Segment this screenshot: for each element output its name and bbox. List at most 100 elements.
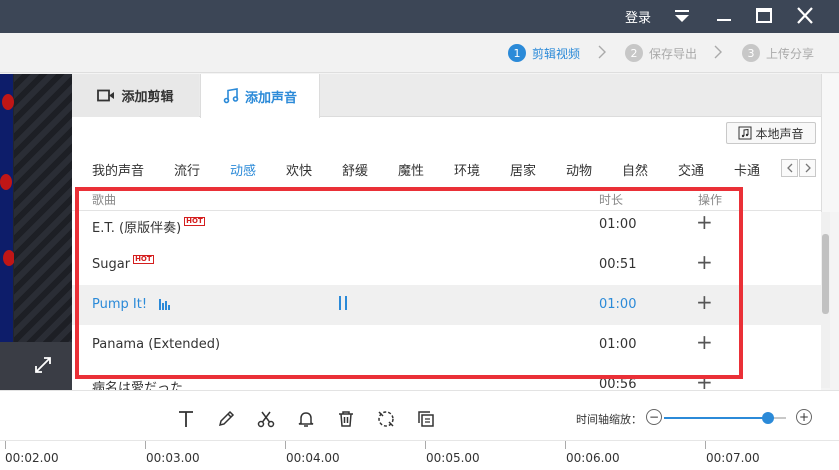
copy-icon[interactable]	[415, 408, 437, 430]
local-sound-button[interactable]: 本地声音	[726, 122, 816, 144]
ruler-tick	[705, 441, 706, 449]
category-pop[interactable]: 流行	[174, 160, 200, 179]
category-cheerful[interactable]: 欢快	[286, 160, 312, 179]
preview-background	[14, 74, 72, 342]
music-note-icon	[223, 88, 239, 104]
step-label: 剪辑视频	[532, 46, 581, 61]
tab-add-clip[interactable]: 添加剪辑	[72, 74, 199, 117]
side-panel-edge	[821, 74, 839, 212]
add-song-button[interactable]: +	[696, 252, 713, 272]
category-animals[interactable]: 动物	[566, 160, 592, 179]
step-number: 3	[742, 44, 760, 62]
pause-icon[interactable]	[339, 296, 351, 310]
maximize-icon[interactable]	[752, 5, 776, 27]
chevron-right-icon	[714, 45, 722, 63]
song-row[interactable]: Sugar HOT 00:51 +	[72, 245, 821, 285]
song-title: Sugar HOT	[92, 255, 154, 272]
category-home[interactable]: 居家	[510, 160, 536, 179]
bell-icon[interactable]	[295, 408, 317, 430]
step-upload-share[interactable]: 3 上传分享	[742, 43, 814, 63]
song-duration: 01:00	[599, 217, 637, 232]
zoom-label: 时间轴缩放：	[576, 413, 642, 426]
chevron-right-icon	[598, 45, 606, 63]
add-song-button[interactable]: +	[696, 372, 713, 390]
category-soothing[interactable]: 舒缓	[342, 160, 368, 179]
song-row-playing[interactable]: Pump It! 01:00 +	[72, 285, 821, 325]
add-song-button[interactable]: +	[696, 292, 713, 312]
close-icon[interactable]	[793, 5, 817, 27]
hot-badge: HOT	[133, 255, 154, 264]
pen-icon[interactable]	[215, 408, 237, 430]
category-nature[interactable]: 自然	[622, 160, 648, 179]
song-title: Panama (Extended)	[92, 337, 221, 352]
dropdown-icon[interactable]	[670, 5, 694, 27]
song-duration: 00:56	[599, 377, 637, 390]
song-duration: 01:00	[599, 337, 637, 352]
song-row[interactable]: Panama (Extended) 01:00 +	[72, 325, 821, 365]
scrollbar-thumb[interactable]	[822, 234, 829, 314]
video-camera-icon	[97, 89, 115, 102]
ruler-tick	[425, 441, 426, 449]
text-icon[interactable]	[175, 408, 197, 430]
local-sound-label: 本地声音	[755, 126, 804, 141]
hot-badge: HOT	[184, 217, 205, 226]
ruler-label: 00:07.00	[706, 451, 760, 465]
song-title: E.T. (原版伴奏) HOT	[92, 217, 205, 236]
panel-tabs: 添加剪辑 添加声音	[72, 74, 821, 118]
step-label: 上传分享	[766, 46, 815, 61]
song-duration: 01:00	[599, 297, 637, 312]
ruler-label: 00:02.00	[5, 451, 59, 465]
split-icon[interactable]	[375, 408, 397, 430]
step-edit-video[interactable]: 1 剪辑视频	[508, 43, 580, 63]
trash-icon[interactable]	[335, 408, 357, 430]
category-dynamic[interactable]: 动感	[230, 160, 256, 179]
song-row[interactable]: E.T. (原版伴奏) HOT 01:00 +	[72, 205, 821, 245]
timeline-ruler[interactable]: 00:02.00 00:03.00 00:04.00 00:05.00 00:0…	[0, 440, 839, 470]
ruler-label: 00:03.00	[146, 451, 200, 465]
category-traffic[interactable]: 交通	[678, 160, 704, 179]
equalizer-icon	[159, 299, 171, 310]
step-label: 保存导出	[649, 46, 698, 61]
fullscreen-button[interactable]	[0, 342, 72, 390]
video-preview	[0, 74, 72, 342]
ruler-label: 00:05.00	[426, 451, 480, 465]
category-my-sounds[interactable]: 我的声音	[92, 160, 144, 179]
song-row[interactable]: 病名は愛だった 00:56 +	[72, 365, 821, 390]
category-environment[interactable]: 环境	[454, 160, 480, 179]
tab-label: 添加声音	[244, 90, 297, 106]
song-title: Pump It!	[92, 297, 171, 312]
chevron-left-icon	[786, 163, 792, 173]
edit-toolbar: 时间轴缩放： − +	[0, 390, 839, 440]
ruler-label: 00:06.00	[566, 451, 620, 465]
category-prev-button[interactable]	[781, 159, 798, 177]
add-song-button[interactable]: +	[696, 332, 713, 352]
step-save-export[interactable]: 2 保存导出	[625, 43, 697, 63]
category-next-button[interactable]	[799, 159, 816, 177]
ruler-tick	[565, 441, 566, 449]
zoom-in-button[interactable]: +	[796, 409, 812, 425]
login-link[interactable]: 登录	[625, 7, 651, 26]
expand-icon	[34, 356, 52, 378]
ruler-tick	[285, 441, 286, 449]
zoom-out-button[interactable]: −	[646, 409, 662, 425]
category-magic[interactable]: 魔性	[398, 160, 424, 179]
song-list-scrollbar[interactable]	[821, 212, 830, 388]
category-cartoon[interactable]: 卡通	[734, 160, 760, 179]
tab-add-sound[interactable]: 添加声音	[200, 74, 320, 118]
song-title: 病名は愛だった	[92, 381, 184, 390]
zoom-slider-thumb[interactable]	[761, 412, 774, 424]
tab-label: 添加剪辑	[121, 90, 174, 105]
minimize-icon[interactable]	[712, 5, 736, 27]
add-song-button[interactable]: +	[696, 212, 713, 232]
song-list: 歌曲 时长 操作 E.T. (原版伴奏) HOT 01:00 + Sugar HOT…	[72, 187, 821, 390]
step-number: 1	[508, 44, 526, 62]
preview-art	[0, 74, 13, 342]
title-bar: 登录	[0, 0, 839, 33]
song-duration: 00:51	[599, 257, 637, 272]
ruler-tick	[5, 441, 6, 449]
music-file-icon	[738, 126, 752, 140]
ruler-label: 00:04.00	[286, 451, 340, 465]
sound-panel: 添加剪辑 添加声音 本地声音 我的声音 流行 动感 欢快 舒缓 魔性 环境 居家…	[72, 74, 821, 390]
scissors-icon[interactable]	[255, 408, 277, 430]
step-bar: 1 剪辑视频 2 保存导出 3 上传分享	[0, 33, 839, 73]
